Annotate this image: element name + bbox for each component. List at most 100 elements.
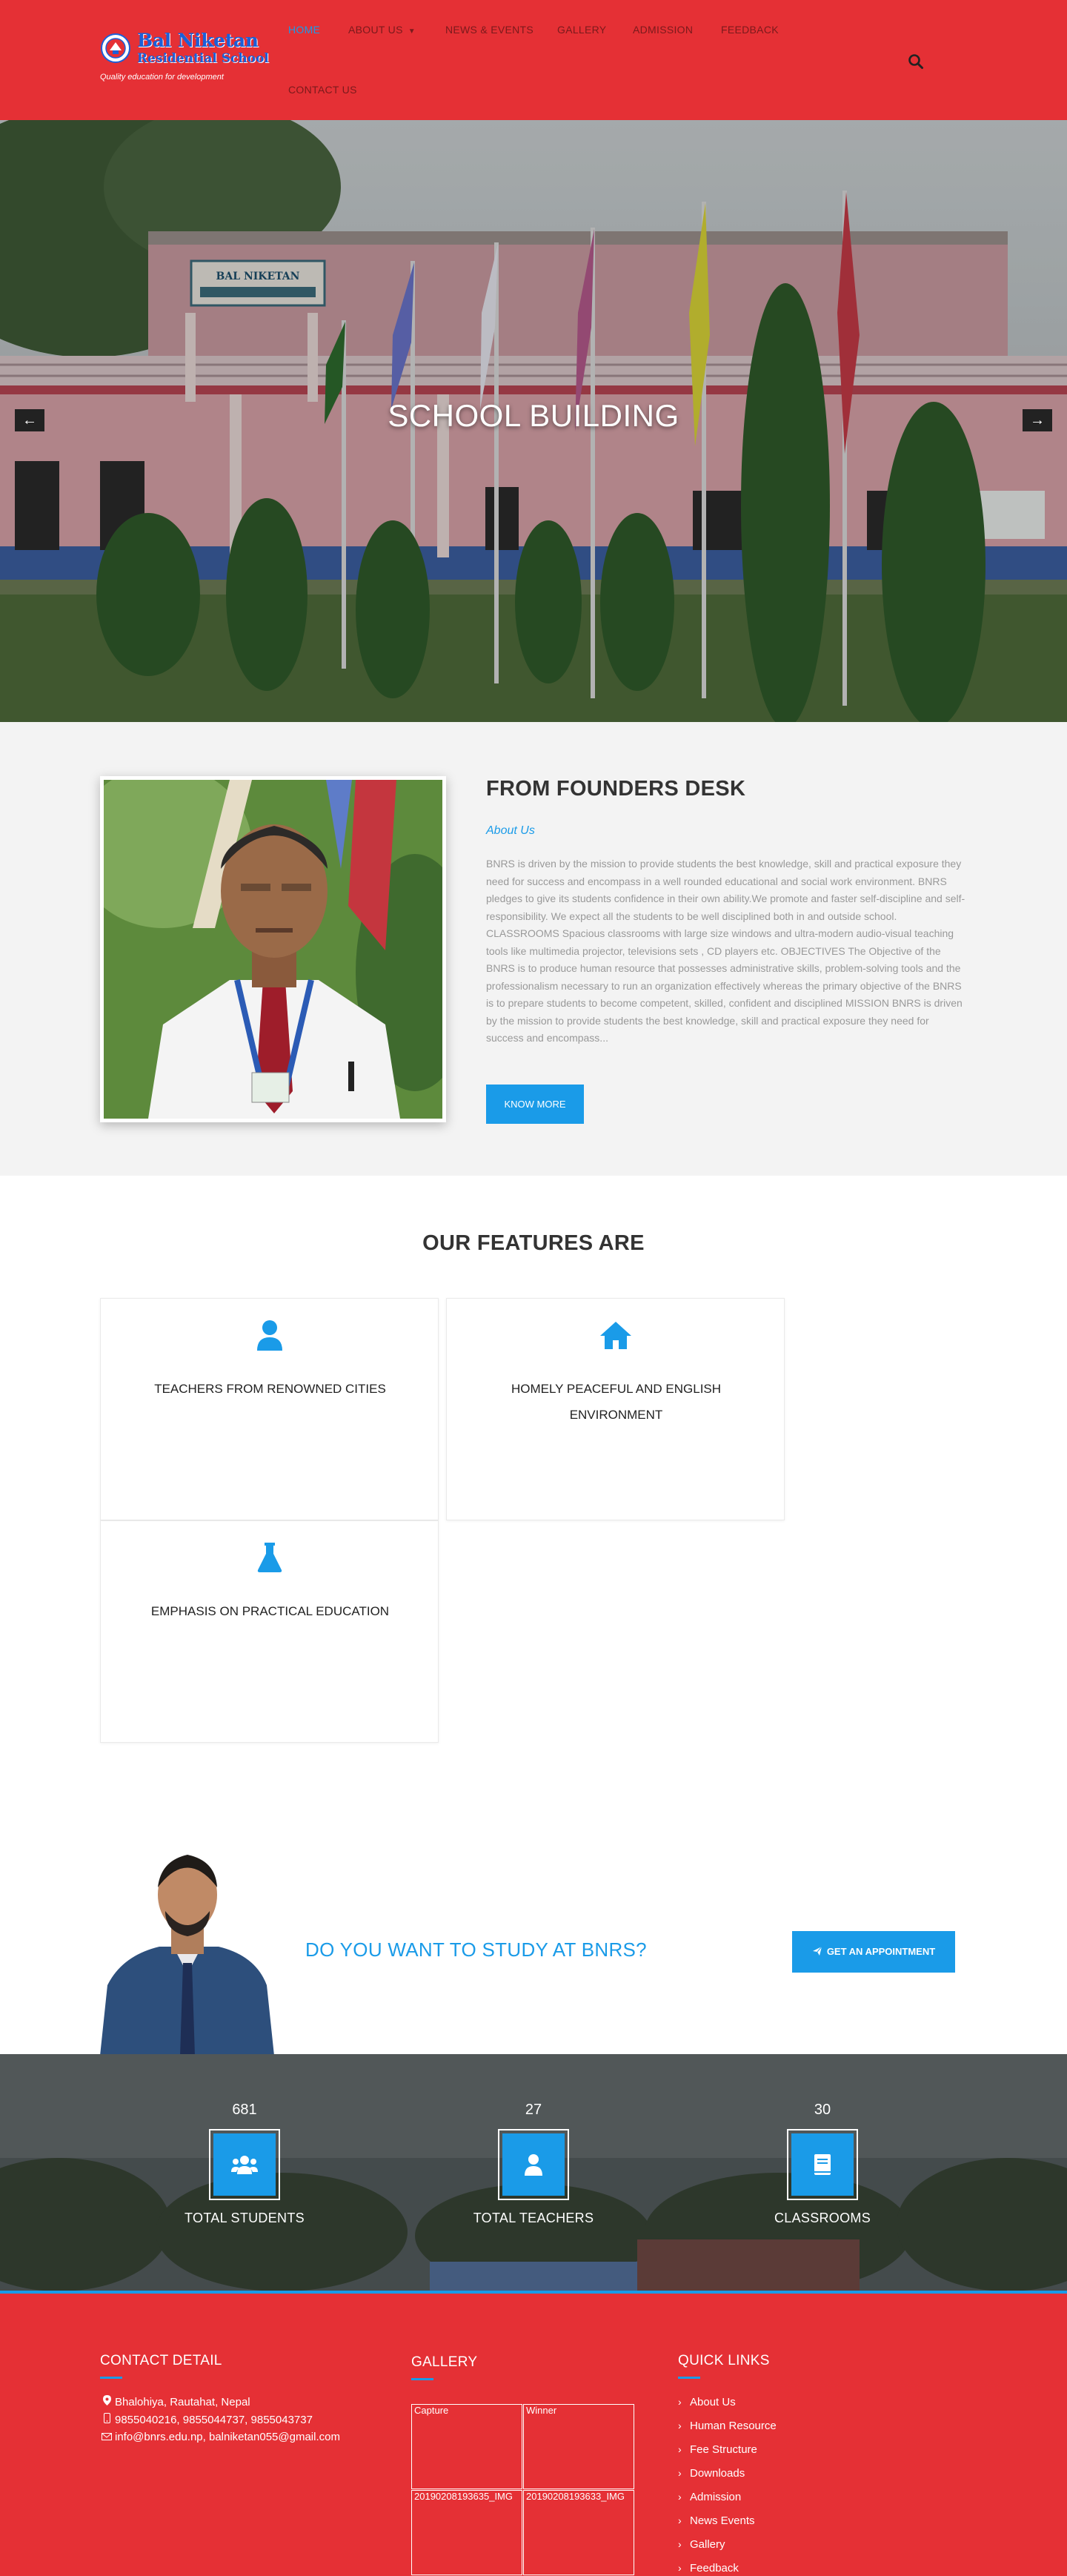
book-icon — [791, 2133, 854, 2196]
chevron-right-icon: › — [678, 2396, 682, 2408]
quick-link-gallery[interactable]: › Gallery — [678, 2538, 725, 2551]
title-underline — [100, 2377, 122, 2379]
nav-news-events[interactable]: NEWS & EVENTS — [445, 24, 534, 36]
quick-link-about-us[interactable]: › About Us — [678, 2396, 736, 2408]
users-icon — [213, 2133, 276, 2196]
quick-link-feedback[interactable]: › Feedback — [678, 2562, 739, 2575]
feature-card-teachers: TEACHERS FROM RENOWNED CITIES — [100, 1298, 439, 1520]
contact-detail-title: CONTACT DETAIL — [100, 2353, 222, 2368]
brand-tagline: Quality education for development — [100, 73, 224, 82]
student-photo — [100, 1844, 274, 2056]
quick-link-label: Human Resource — [690, 2420, 777, 2432]
school-emblem-icon — [101, 33, 130, 63]
chevron-right-icon: › — [678, 2420, 682, 2431]
search-icon[interactable] — [907, 53, 925, 70]
quick-link-label: Downloads — [690, 2467, 745, 2480]
gallery-title: GALLERY — [411, 2354, 478, 2370]
flask-icon — [101, 1542, 438, 1573]
quick-link-admission[interactable]: › Admission — [678, 2491, 741, 2503]
stat-value: 30 — [814, 2102, 831, 2118]
site-header: Bal Niketan Residential School Quality e… — [0, 0, 1067, 120]
user-icon — [502, 2133, 565, 2196]
mobile-phone-icon — [100, 2413, 113, 2426]
stat-icon-box — [787, 2129, 858, 2200]
site-logo[interactable]: Bal Niketan Residential School Quality e… — [100, 30, 269, 89]
stat-label: TOTAL STUDENTS — [185, 2211, 305, 2225]
stat-total-students: 681 TOTAL STUDENTS — [156, 2102, 333, 2226]
gallery-thumbnail-alt: 20190208193633_IMG — [526, 2491, 625, 2502]
feature-label: HOMELY PEACEFUL AND ENGLISH ENVIRONMENT — [511, 1382, 722, 1422]
about-us-subtitle: About Us — [486, 824, 535, 837]
nav-gallery[interactable]: GALLERY — [557, 24, 606, 36]
gallery-thumbnail[interactable]: Winner — [523, 2404, 634, 2489]
gallery-thumbnail[interactable]: Capture — [411, 2404, 522, 2489]
stat-icon-box — [209, 2129, 280, 2200]
title-underline — [678, 2377, 700, 2379]
gallery-thumbnail[interactable]: 20190208193633_IMG — [523, 2490, 634, 2575]
stat-icon-box — [498, 2129, 569, 2200]
contact-phone: 9855040216, 9855044737, 9855043737 — [100, 2413, 313, 2426]
founder-description: BNRS is driven by the mission to provide… — [486, 858, 965, 1044]
nav-contact-us[interactable]: CONTACT US — [288, 84, 357, 96]
get-appointment-label: GET AN APPOINTMENT — [826, 1946, 936, 1957]
chevron-right-icon: › — [678, 2491, 682, 2503]
contact-email: info@bnrs.edu.np, balniketan055@gmail.co… — [100, 2431, 340, 2443]
contact-address-text: Bhalohiya, Rautahat, Nepal — [115, 2396, 250, 2408]
gallery-thumbnail[interactable]: 20190208193635_IMG — [411, 2490, 522, 2575]
quick-link-label: Admission — [690, 2491, 742, 2503]
map-marker-icon — [100, 2395, 113, 2408]
know-more-button[interactable]: KNOW MORE — [486, 1085, 584, 1124]
quick-link-human-resource[interactable]: › Human Resource — [678, 2420, 777, 2432]
features-title: OUR FEATURES ARE — [422, 1231, 645, 1255]
contact-address: Bhalohiya, Rautahat, Nepal — [100, 2395, 250, 2408]
quick-link-label: News Events — [690, 2514, 755, 2527]
hero-slider: BAL NIKETAN SCHOOL BUILDING ← → — [0, 120, 1067, 722]
chevron-right-icon: › — [678, 2467, 682, 2479]
nav-admission[interactable]: ADMISSION — [633, 24, 693, 36]
nav-feedback[interactable]: FEEDBACK — [721, 24, 779, 36]
envelope-icon — [100, 2431, 113, 2443]
quick-link-label: Gallery — [690, 2538, 725, 2551]
nav-home[interactable]: HOME — [288, 24, 320, 36]
quick-link-label: Feedback — [690, 2562, 739, 2575]
slider-prev-arrow-icon[interactable]: ← — [15, 409, 44, 431]
get-appointment-button[interactable]: GET AN APPOINTMENT — [792, 1931, 955, 1973]
quick-link-label: Fee Structure — [690, 2443, 757, 2456]
gallery-thumbnail-alt: Capture — [414, 2405, 449, 2416]
chevron-right-icon: › — [678, 2514, 682, 2526]
stat-label: CLASSROOMS — [774, 2211, 871, 2225]
stat-value: 27 — [525, 2102, 542, 2118]
brand-name: Bal Niketan — [137, 30, 259, 51]
stat-value: 681 — [232, 2102, 257, 2118]
quick-links-title: QUICK LINKS — [678, 2353, 770, 2368]
quick-link-label: About Us — [690, 2396, 736, 2408]
stat-total-teachers: 27 TOTAL TEACHERS — [445, 2102, 622, 2226]
cta-question: DO YOU WANT TO STUDY AT BNRS? — [305, 1938, 647, 1961]
stat-label: TOTAL TEACHERS — [473, 2211, 594, 2225]
quick-link-news-events[interactable]: › News Events — [678, 2514, 755, 2527]
nav-about-us-label: ABOUT US — [348, 24, 403, 36]
nav-about-us[interactable]: ABOUT US ▼ — [348, 24, 416, 36]
gallery-thumbnail-alt: Winner — [526, 2405, 557, 2416]
chevron-down-icon: ▼ — [408, 27, 416, 36]
chevron-right-icon: › — [678, 2538, 682, 2550]
chevron-right-icon: › — [678, 2562, 682, 2574]
quick-link-fee-structure[interactable]: › Fee Structure — [678, 2443, 757, 2456]
contact-phone-text: 9855040216, 9855044737, 9855043737 — [115, 2414, 313, 2426]
brand-subname: Residential School — [137, 51, 269, 66]
chevron-right-icon: › — [678, 2443, 682, 2455]
user-icon — [101, 1320, 438, 1351]
contact-email-text: info@bnrs.edu.np, balniketan055@gmail.co… — [115, 2431, 340, 2443]
founder-portrait-image — [104, 780, 442, 1119]
quick-link-downloads[interactable]: › Downloads — [678, 2467, 745, 2480]
title-underline — [411, 2378, 433, 2380]
slide-title: SCHOOL BUILDING — [388, 398, 679, 433]
feature-label: EMPHASIS ON PRACTICAL EDUCATION — [150, 1604, 390, 1618]
gallery-thumbnail-alt: 20190208193635_IMG — [414, 2491, 513, 2502]
stat-classrooms: 30 CLASSROOMS — [734, 2102, 911, 2226]
home-icon — [447, 1320, 784, 1351]
feature-card-environment: HOMELY PEACEFUL AND ENGLISH ENVIRONMENT — [446, 1298, 785, 1520]
paper-plane-icon — [812, 1946, 822, 1956]
slider-next-arrow-icon[interactable]: → — [1023, 409, 1052, 431]
founder-photo — [100, 776, 446, 1122]
